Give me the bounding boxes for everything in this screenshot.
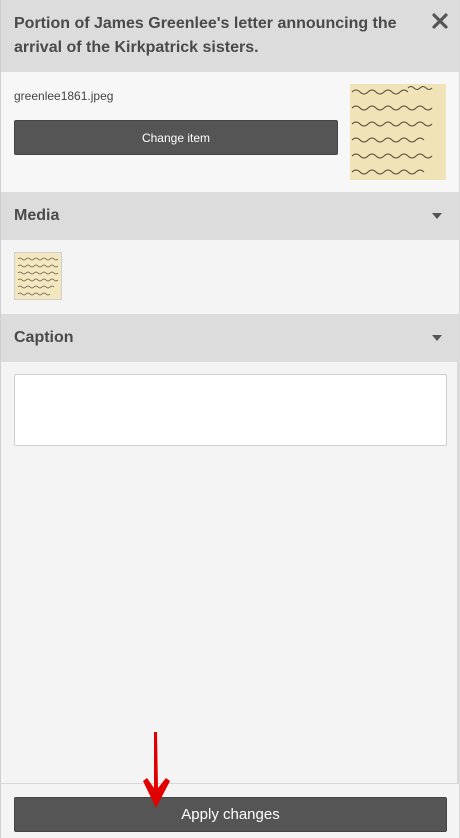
- media-thumbnail[interactable]: [14, 252, 62, 300]
- panel-footer: Apply changes: [1, 783, 459, 838]
- panel-title: Portion of James Greenlee's letter annou…: [14, 15, 397, 56]
- apply-changes-button[interactable]: Apply changes: [14, 797, 447, 832]
- close-icon[interactable]: [431, 12, 449, 30]
- caption-heading: Caption: [14, 329, 74, 346]
- media-section-header[interactable]: Media: [1, 192, 459, 240]
- item-summary: greenlee1861.jpeg Change item: [1, 72, 459, 192]
- chevron-down-icon: [432, 335, 442, 341]
- chevron-down-icon: [432, 213, 442, 219]
- caption-input[interactable]: [14, 374, 447, 446]
- item-thumbnail: [350, 84, 446, 180]
- caption-section-header[interactable]: Caption: [1, 314, 459, 362]
- edit-item-panel: Portion of James Greenlee's letter annou…: [0, 0, 460, 838]
- media-heading: Media: [14, 207, 60, 224]
- item-filename: greenlee1861.jpeg: [14, 89, 114, 103]
- change-item-button[interactable]: Change item: [14, 120, 338, 155]
- panel-header: Portion of James Greenlee's letter annou…: [1, 0, 459, 72]
- media-section-body: [1, 240, 459, 314]
